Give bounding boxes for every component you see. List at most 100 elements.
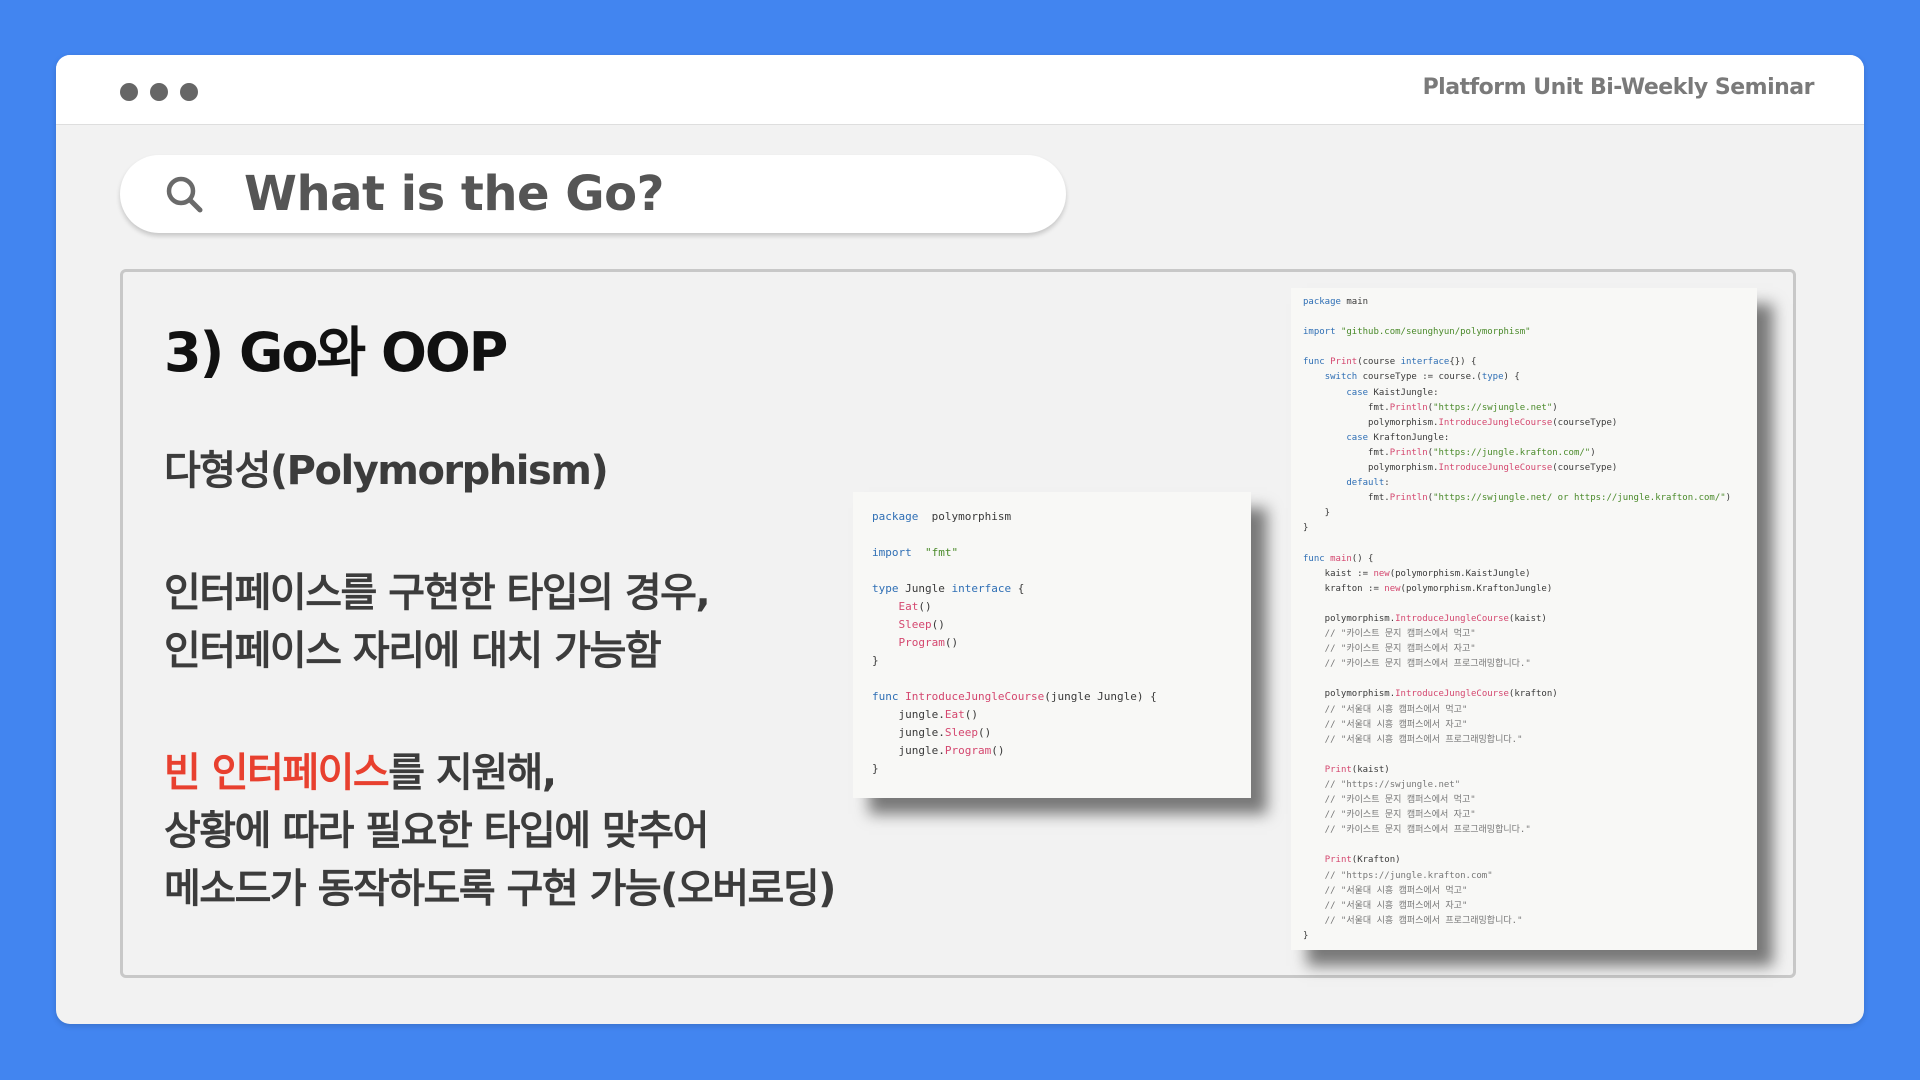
code-token: : bbox=[1384, 478, 1390, 489]
code-token: // "https://jungle.krafton.com" bbox=[1303, 870, 1493, 881]
code-token: "https://jungle.krafton.com/" bbox=[1433, 447, 1591, 458]
code-token: default bbox=[1346, 478, 1385, 489]
code-token: import bbox=[1303, 327, 1336, 338]
window-dot bbox=[150, 83, 168, 101]
code-token: { bbox=[1011, 582, 1025, 595]
code-token: (courseType) bbox=[1552, 463, 1618, 474]
code-token: polymorphism bbox=[918, 510, 1012, 523]
code-line: // "서울대 시흥 캠퍼스에서 프로그래밍합니다." bbox=[1303, 914, 1757, 929]
code-token: // "서울대 시흥 캠퍼스에서 자고" bbox=[1303, 719, 1468, 730]
paragraph-2-line-2: 상황에 따라 필요한 타입에 맞추어 bbox=[164, 808, 709, 854]
code-token: "https://swjungle.net/ or https://jungle… bbox=[1433, 493, 1726, 504]
code-token: main bbox=[1330, 553, 1352, 564]
code-token: IntroduceJungleCourse bbox=[1438, 417, 1553, 428]
code-token: jungle. bbox=[872, 744, 945, 757]
code-token: "fmt" bbox=[925, 546, 959, 559]
code-line: // "카이스트 문지 캠퍼스에서 먹고" bbox=[1303, 627, 1757, 642]
code-token: } bbox=[1303, 508, 1331, 519]
code-token: func bbox=[1303, 357, 1325, 368]
code-token: // "서울대 시흥 캠퍼스에서 프로그래밍합니다." bbox=[1303, 734, 1523, 745]
paragraph-2-line-1-rest: 를 지원해, bbox=[388, 750, 557, 796]
code-token: (kaist) bbox=[1351, 764, 1390, 775]
code-token: Eat bbox=[898, 600, 919, 613]
paragraph-2-line-3: 메소드가 동작하도록 구현 가능(오버로딩) bbox=[164, 866, 836, 912]
code-token: (Krafton) bbox=[1351, 855, 1401, 866]
code-token: () bbox=[977, 726, 992, 739]
code-token: Program bbox=[898, 636, 945, 649]
code-token: (jungle Jungle) { bbox=[1044, 690, 1157, 703]
code-token: () bbox=[964, 708, 978, 721]
code-token: main bbox=[1340, 297, 1369, 307]
code-line: krafton := new(polymorphism.KraftonJungl… bbox=[1303, 582, 1757, 597]
code-token: (polymorphism.KraftonJungle) bbox=[1400, 583, 1553, 594]
code-line: fmt.Println("https://swjungle.net/ or ht… bbox=[1303, 491, 1757, 506]
code-token: type bbox=[1481, 372, 1504, 383]
code-line: // "카이스트 문지 캠퍼스에서 자고" bbox=[1303, 642, 1757, 657]
code-token: package bbox=[872, 510, 919, 523]
code-token: import bbox=[872, 546, 912, 559]
code-token: // "카이스트 문지 캠퍼스에서 자고" bbox=[1303, 810, 1476, 821]
code-token: func bbox=[872, 690, 899, 703]
code-token: () bbox=[944, 636, 959, 649]
code-line: // "카이스트 문지 캠퍼스에서 프로그래밍합니다." bbox=[1303, 657, 1757, 672]
code-token: new bbox=[1384, 583, 1401, 594]
code-token: ) bbox=[1725, 493, 1732, 504]
code-token: courseType := course.( bbox=[1357, 372, 1482, 383]
code-token: // "서울대 시흥 캠퍼스에서 먹고" bbox=[1303, 885, 1468, 896]
search-bar[interactable]: What is the Go? bbox=[120, 155, 1066, 233]
code-line: // "https://jungle.krafton.com" bbox=[1303, 869, 1757, 884]
code-token: ) { bbox=[1503, 372, 1520, 383]
code-line: // "카이스트 문지 캠퍼스에서 자고" bbox=[1303, 808, 1757, 823]
code-token: // "카이스트 문지 캠퍼스에서 프로그래밍합니다." bbox=[1303, 825, 1531, 836]
code-token: () bbox=[931, 618, 945, 631]
code-token: func bbox=[1303, 553, 1325, 564]
code-line: fmt.Println("https://jungle.krafton.com/… bbox=[1303, 446, 1757, 461]
code-token: polymorphism. bbox=[1303, 417, 1439, 428]
paragraph-1-line-2: 인터페이스 자리에 대치 가능함 bbox=[164, 628, 662, 674]
code-token: fmt. bbox=[1303, 493, 1390, 504]
code-token: jungle. bbox=[872, 708, 945, 721]
code-token: krafton := bbox=[1303, 583, 1385, 594]
code-token: // "서울대 시흥 캠퍼스에서 프로그래밍합니다." bbox=[1303, 915, 1523, 926]
code-token: fmt. bbox=[1303, 402, 1390, 413]
code-line: fmt.Println("https://swjungle.net") bbox=[1303, 401, 1757, 416]
code-token: Sleep bbox=[944, 726, 978, 739]
code-token: // "카이스트 문지 캠퍼스에서 프로그래밍합니다." bbox=[1303, 659, 1531, 670]
code-token: case bbox=[1346, 387, 1369, 398]
code-token: Print bbox=[1324, 764, 1352, 775]
code-token: // "https://swjungle.net" bbox=[1303, 780, 1461, 790]
code-line: polymorphism.IntroduceJungleCourse(kraft… bbox=[1303, 687, 1757, 702]
code-token: KaistJungle: bbox=[1368, 387, 1439, 398]
code-snippet-polymorphism: package polymorphism import "fmt" type Jun… bbox=[853, 492, 1251, 798]
code-token: Eat bbox=[944, 708, 965, 721]
code-token: polymorphism. bbox=[1303, 613, 1396, 624]
code-line: package main bbox=[1303, 295, 1757, 310]
code-token: KraftonJungle: bbox=[1368, 432, 1450, 443]
highlight-empty-interface: 빈 인터페이스 bbox=[164, 750, 390, 796]
code-line: case KaistJungle: bbox=[1303, 386, 1757, 401]
code-token: Println bbox=[1389, 402, 1428, 413]
code-line: // "서울대 시흥 캠퍼스에서 자고" bbox=[1303, 899, 1757, 914]
code-token: kaist := bbox=[1303, 568, 1374, 579]
code-line: polymorphism.IntroduceJungleCourse(cours… bbox=[1303, 461, 1757, 476]
code-token: (kaist) bbox=[1508, 613, 1547, 624]
code-token: (course bbox=[1357, 357, 1401, 368]
code-token: Print bbox=[1324, 855, 1352, 866]
code-line: func main() { bbox=[1303, 552, 1757, 567]
code-token: {}) { bbox=[1449, 357, 1477, 368]
code-token: Println bbox=[1389, 493, 1428, 504]
search-query-text: What is the Go? bbox=[244, 166, 665, 222]
code-token: } bbox=[1303, 930, 1309, 941]
code-line: // "서울대 시흥 캠퍼스에서 먹고" bbox=[1303, 703, 1757, 718]
code-line: } bbox=[1303, 929, 1757, 944]
window-dot bbox=[180, 83, 198, 101]
